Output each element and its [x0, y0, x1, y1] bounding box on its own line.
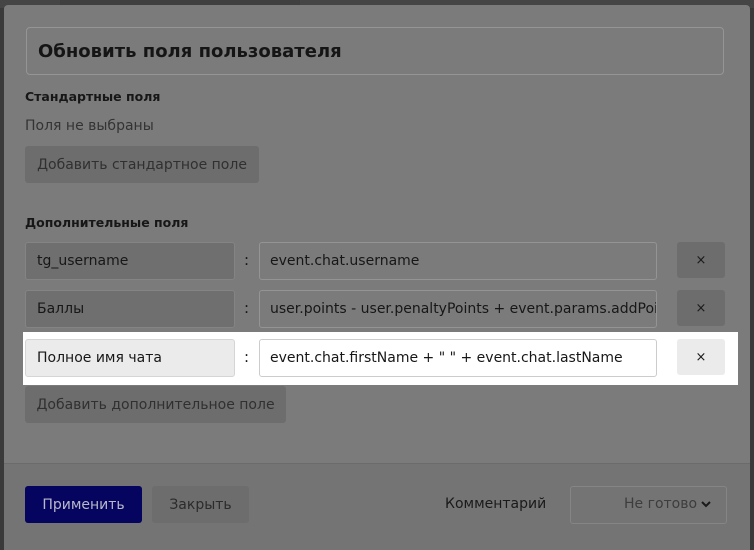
highlighted-field-row-panel: Полное имя чата : event.chat.firstName +…	[23, 332, 738, 385]
standard-fields-label: Стандартные поля	[25, 89, 161, 104]
custom-field-row: Полное имя чата : event.chat.firstName +…	[25, 339, 725, 377]
key-value-separator: :	[244, 251, 250, 269]
apply-button[interactable]: Применить	[25, 486, 142, 523]
update-user-fields-dialog: Обновить поля пользователя Стандартные п…	[4, 5, 750, 550]
key-value-separator: :	[244, 348, 250, 366]
add-standard-field-button[interactable]: Добавить стандартное поле	[25, 146, 259, 183]
status-select-value: Не готово	[624, 496, 698, 512]
close-icon: ×	[695, 349, 707, 365]
close-icon: ×	[695, 300, 707, 316]
custom-field-row: Баллы : user.points - user.penaltyPoints…	[25, 290, 725, 328]
comment-link[interactable]: Комментарий	[445, 496, 546, 512]
no-fields-selected-text: Поля не выбраны	[25, 118, 154, 134]
remove-field-button[interactable]: ×	[677, 242, 725, 278]
status-select[interactable]: Не готово	[570, 486, 727, 524]
remove-field-button[interactable]: ×	[677, 290, 725, 326]
key-value-separator: :	[244, 299, 250, 317]
remove-field-button[interactable]: ×	[677, 339, 725, 375]
custom-field-key-input[interactable]: Баллы	[25, 290, 235, 328]
custom-field-value-input[interactable]: user.points - user.penaltyPoints + event…	[259, 290, 657, 328]
custom-field-row: tg_username : event.chat.username ×	[25, 242, 725, 280]
chevron-down-icon	[701, 501, 711, 508]
custom-field-key-input[interactable]: tg_username	[25, 242, 235, 280]
close-button[interactable]: Закрыть	[152, 486, 249, 523]
add-custom-field-button[interactable]: Добавить дополнительное поле	[25, 386, 286, 423]
custom-fields-label: Дополнительные поля	[25, 215, 189, 230]
dialog-footer: Применить Закрыть Комментарий Не готово	[4, 463, 750, 550]
custom-field-value-input[interactable]: event.chat.username	[259, 242, 657, 280]
close-icon: ×	[695, 252, 707, 268]
dialog-title: Обновить поля пользователя	[38, 41, 342, 62]
dialog-title-box: Обновить поля пользователя	[26, 27, 724, 75]
custom-field-value-input[interactable]: event.chat.firstName + " " + event.chat.…	[259, 339, 657, 377]
custom-field-key-input[interactable]: Полное имя чата	[25, 339, 235, 377]
